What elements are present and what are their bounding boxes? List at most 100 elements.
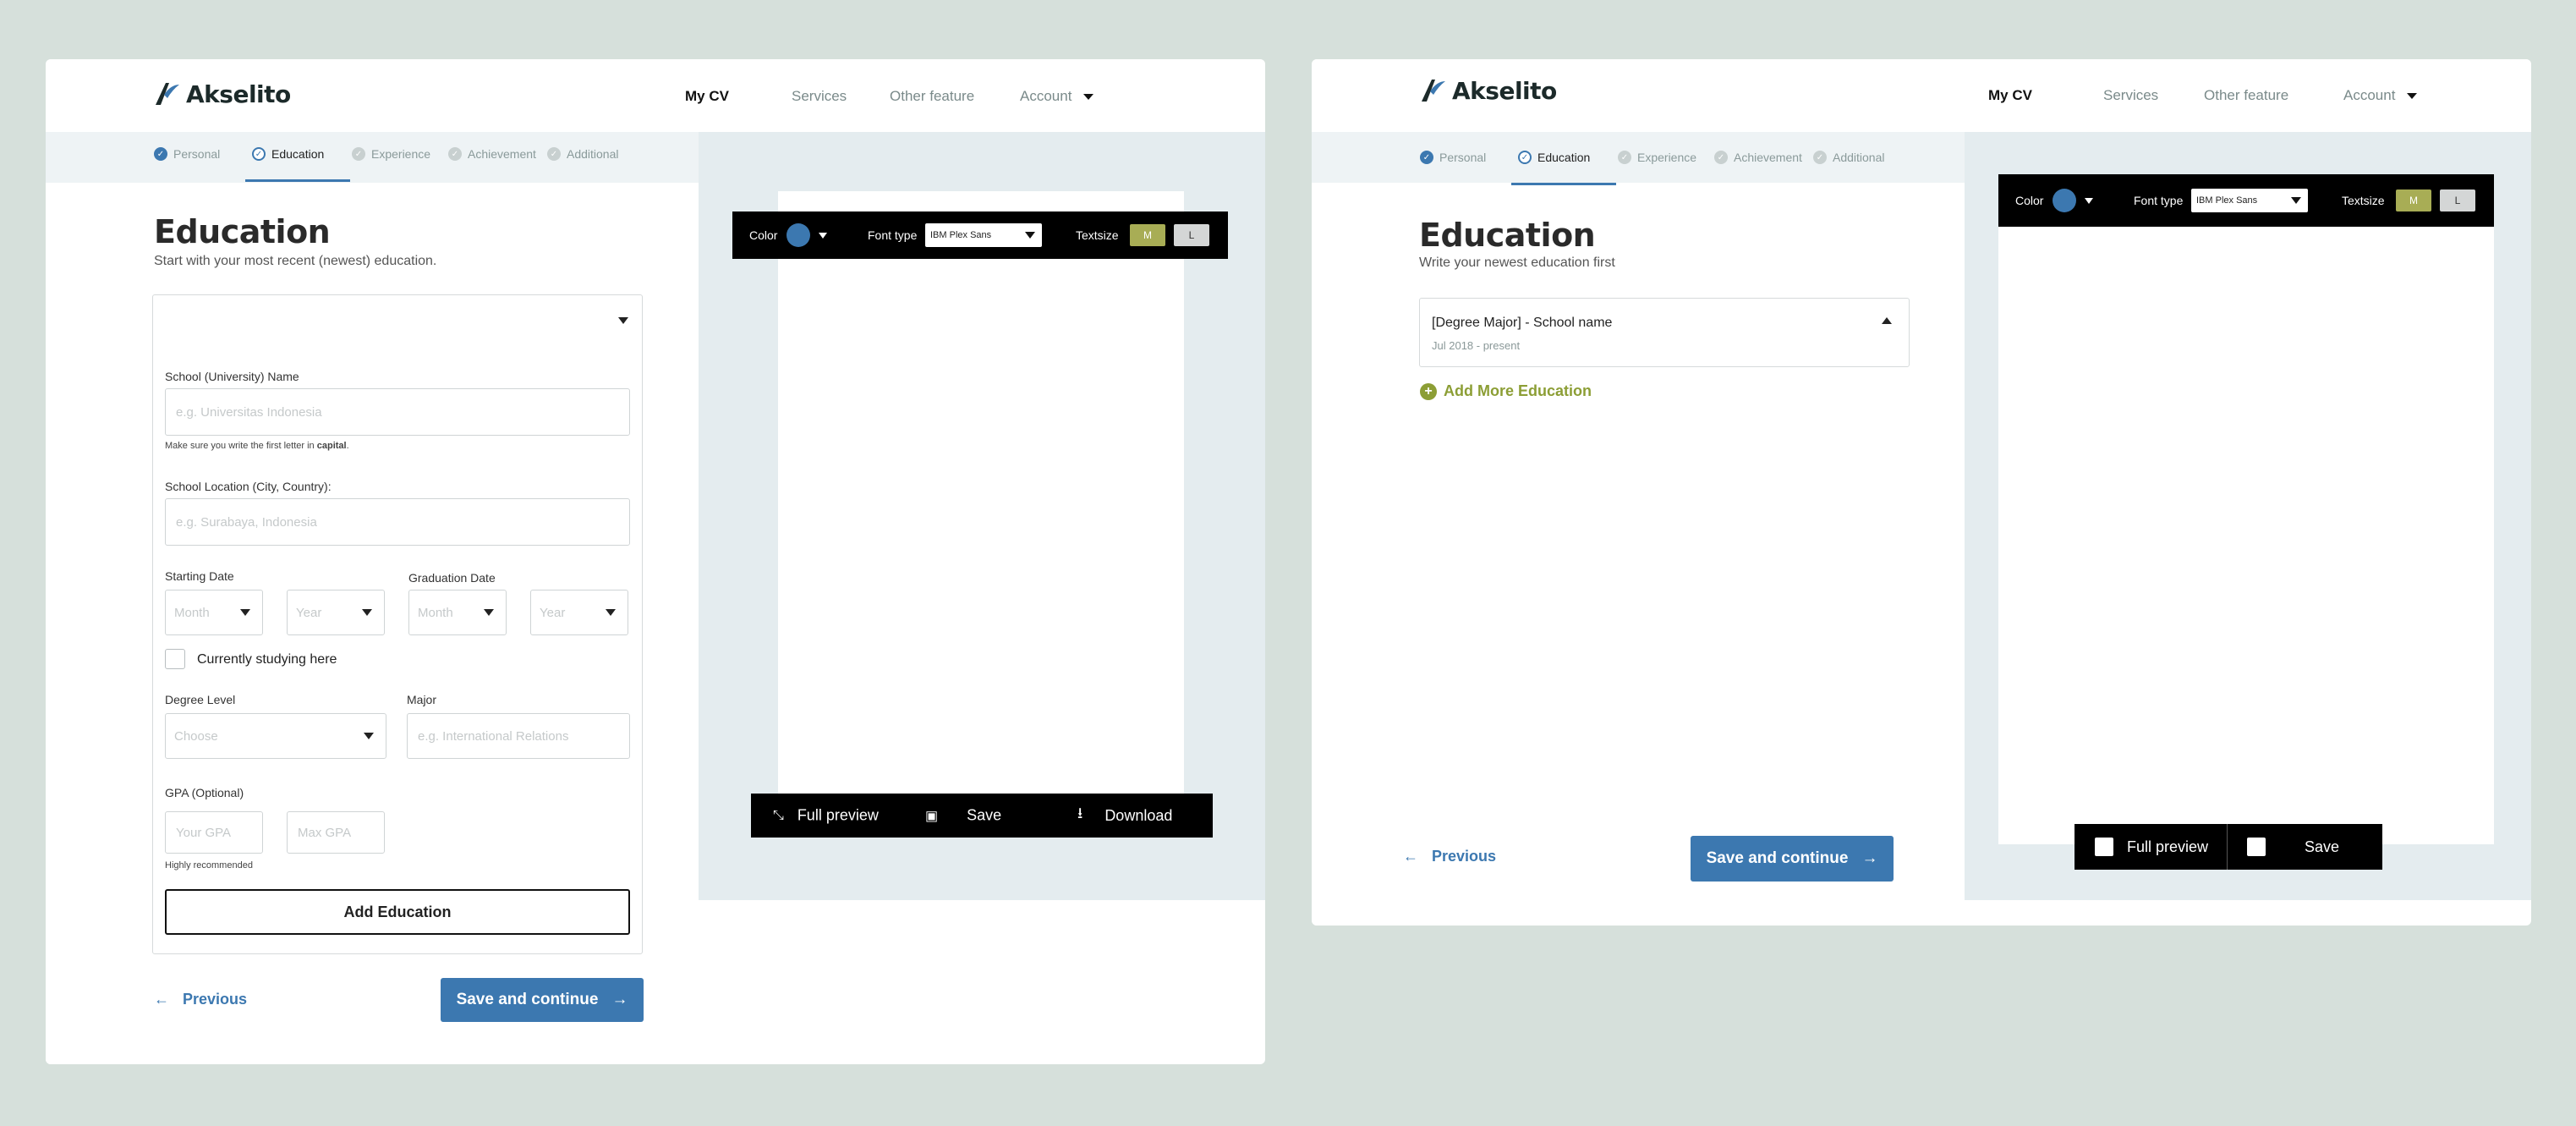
step-achievement[interactable]: ✓ Achievement bbox=[448, 147, 536, 161]
step-label: Achievement bbox=[468, 147, 536, 161]
gpa-input[interactable]: Your GPA bbox=[165, 811, 263, 854]
logo-mark-icon bbox=[156, 83, 179, 105]
grad-year-select[interactable]: Year bbox=[530, 590, 628, 635]
preview-action-bar: ⤡ Full preview ▣ Save ⭳ Download bbox=[751, 794, 1213, 838]
step-label: Education bbox=[271, 147, 325, 161]
save-and-continue-button[interactable]: Save and continue → bbox=[441, 978, 644, 1022]
previous-button[interactable]: ← Previous bbox=[1403, 848, 1496, 865]
start-year-select[interactable]: Year bbox=[287, 590, 385, 635]
select-value: Month bbox=[418, 605, 453, 620]
graduation-date-label: Graduation Date bbox=[408, 571, 496, 585]
nav-other-feature[interactable]: Other feature bbox=[890, 88, 974, 105]
degree-level-select[interactable]: Choose bbox=[165, 713, 386, 759]
color-swatch[interactable] bbox=[787, 223, 810, 247]
school-name-input[interactable]: e.g. Universitas Indonesia bbox=[165, 388, 630, 436]
chevron-down-icon bbox=[1025, 232, 1035, 239]
step-achievement[interactable]: ✓ Achievement bbox=[1714, 151, 1802, 164]
textsize-m-button[interactable]: M bbox=[1130, 224, 1165, 246]
step-progress: ✓ Personal ✓ Education ✓ Experience ✓ Achiev… bbox=[1312, 132, 1965, 185]
check-icon: ✓ bbox=[1518, 151, 1532, 164]
check-icon: ✓ bbox=[547, 147, 561, 161]
nav-other-feature[interactable]: Other feature bbox=[2204, 87, 2288, 104]
check-icon: ✓ bbox=[352, 147, 365, 161]
chevron-down-icon[interactable] bbox=[2085, 198, 2093, 204]
form-column: ✓ Personal ✓ Education ✓ Experience ✓ Achiev… bbox=[46, 132, 699, 1064]
color-swatch[interactable] bbox=[2053, 189, 2076, 212]
font-value: IBM Plex Sans bbox=[930, 230, 992, 240]
plus-circle-icon: + bbox=[1420, 382, 1437, 400]
textsize-l-button[interactable]: L bbox=[2440, 189, 2475, 211]
textsize-l-button[interactable]: L bbox=[1174, 224, 1209, 246]
save-preview-button[interactable]: Save bbox=[2247, 838, 2339, 856]
add-more-label: Add More Education bbox=[1444, 382, 1592, 399]
save-preview-button[interactable]: ▣ Save bbox=[925, 807, 1001, 825]
style-toolbar: Color Font type IBM Plex Sans Textsize M… bbox=[1998, 174, 2494, 227]
nav-account[interactable]: Account bbox=[1020, 88, 1094, 105]
check-icon: ✓ bbox=[1420, 151, 1433, 164]
full-preview-label: Full preview bbox=[797, 806, 879, 824]
add-more-education-button[interactable]: + Add More Education bbox=[1420, 382, 1592, 400]
check-icon: ✓ bbox=[154, 147, 167, 161]
major-input[interactable]: e.g. International Relations bbox=[407, 713, 630, 759]
save-and-continue-button[interactable]: Save and continue → bbox=[1691, 836, 1894, 882]
step-personal[interactable]: ✓ Personal bbox=[1420, 151, 1486, 164]
step-education[interactable]: ✓ Education bbox=[252, 147, 324, 161]
step-label: Education bbox=[1537, 151, 1591, 164]
floppy-save-icon: ▣ bbox=[925, 809, 939, 823]
previous-button[interactable]: ← Previous bbox=[154, 991, 247, 1008]
nav-account[interactable]: Account bbox=[2343, 87, 2418, 104]
grad-month-select[interactable]: Month bbox=[408, 590, 507, 635]
save-label: Save bbox=[967, 806, 1002, 824]
font-type-label: Font type bbox=[2134, 194, 2184, 207]
step-additional[interactable]: ✓ Additional bbox=[1813, 151, 1885, 164]
brand-logo[interactable]: Akselito bbox=[152, 80, 291, 108]
brand-logo[interactable]: Akselito bbox=[1418, 76, 1557, 105]
add-education-button[interactable]: Add Education bbox=[165, 889, 630, 935]
step-label: Additional bbox=[567, 147, 619, 161]
currently-studying-checkbox[interactable] bbox=[165, 649, 185, 669]
chevron-down-icon bbox=[364, 733, 374, 739]
style-toolbar: Color Font type IBM Plex Sans Textsize M… bbox=[732, 211, 1228, 259]
nav-account-label: Account bbox=[1020, 88, 1072, 104]
color-label: Color bbox=[749, 228, 778, 242]
save-label: Save bbox=[2305, 838, 2340, 855]
location-input[interactable]: e.g. Surabaya, Indonesia bbox=[165, 498, 630, 546]
chevron-down-icon[interactable] bbox=[819, 233, 827, 239]
nav-my-cv[interactable]: My CV bbox=[685, 88, 729, 105]
full-preview-button[interactable]: ⤡ Full preview bbox=[773, 807, 879, 825]
education-entry[interactable]: [Degree Major] - School name Jul 2018 - … bbox=[1419, 298, 1910, 367]
education-form-card: School (University) Name e.g. Universita… bbox=[152, 294, 643, 954]
nav-services[interactable]: Services bbox=[2103, 87, 2158, 104]
download-button[interactable]: ⭳ Download bbox=[1077, 803, 1172, 828]
textsize-m-button[interactable]: M bbox=[2396, 189, 2431, 211]
education-entry-dates: Jul 2018 - present bbox=[1432, 339, 1521, 352]
step-additional[interactable]: ✓ Additional bbox=[547, 147, 619, 161]
textsize-label: Textsize bbox=[1076, 228, 1119, 242]
collapse-caret-icon[interactable] bbox=[618, 317, 628, 324]
max-gpa-input[interactable]: Max GPA bbox=[287, 811, 385, 854]
top-header: Akselito My CV Services Other feature Ac… bbox=[46, 59, 1265, 132]
step-personal[interactable]: ✓ Personal bbox=[154, 147, 220, 161]
step-experience[interactable]: ✓ Experience bbox=[352, 147, 430, 161]
step-progress: ✓ Personal ✓ Education ✓ Experience ✓ Achiev… bbox=[46, 132, 699, 183]
arrow-right-icon: → bbox=[611, 991, 628, 1008]
chevron-down-icon bbox=[362, 609, 372, 616]
major-label: Major bbox=[407, 693, 437, 706]
step-label: Personal bbox=[173, 147, 221, 161]
step-education[interactable]: ✓ Education bbox=[1518, 151, 1590, 164]
start-month-select[interactable]: Month bbox=[165, 590, 263, 635]
font-type-select[interactable]: IBM Plex Sans bbox=[925, 223, 1042, 247]
font-type-select[interactable]: IBM Plex Sans bbox=[2191, 189, 2308, 212]
collapse-caret-icon[interactable] bbox=[1882, 317, 1892, 324]
nav-my-cv[interactable]: My CV bbox=[1988, 87, 2032, 104]
degree-level-label: Degree Level bbox=[165, 693, 236, 706]
full-preview-label: Full preview bbox=[2127, 838, 2209, 855]
full-preview-button[interactable]: Full preview bbox=[2095, 838, 2208, 856]
nav-services[interactable]: Services bbox=[792, 88, 847, 105]
check-icon: ✓ bbox=[448, 147, 462, 161]
location-label: School Location (City, Country): bbox=[165, 480, 332, 493]
step-experience[interactable]: ✓ Experience bbox=[1618, 151, 1696, 164]
select-value: Month bbox=[174, 605, 210, 620]
font-value: IBM Plex Sans bbox=[2196, 195, 2258, 206]
fullscreen-icon bbox=[2095, 838, 2113, 856]
